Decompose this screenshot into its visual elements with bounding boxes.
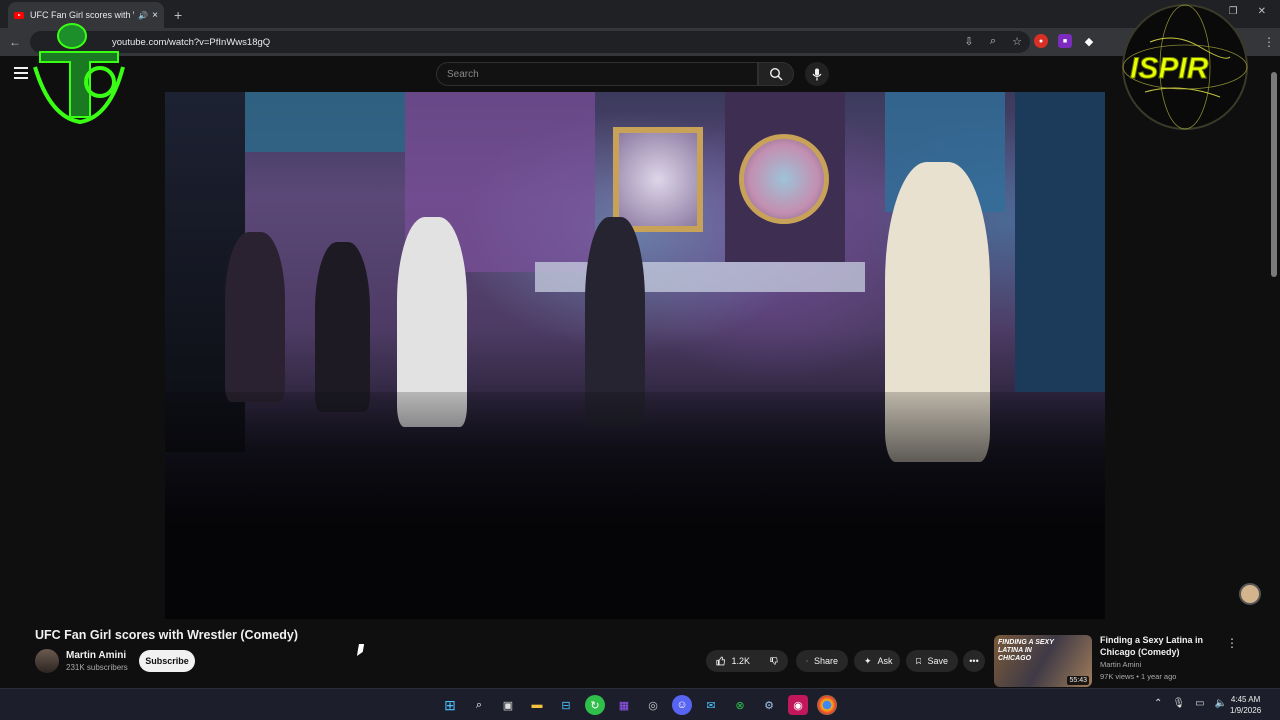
related-thumb-text: FINDING A SEXY LATINA IN CHICAGO [998,639,1054,662]
related-channel[interactable]: Martin Amini [1100,660,1141,669]
search-button[interactable] [758,62,794,86]
bookmark-star-icon[interactable]: ☆ [1010,34,1024,48]
page-scrollbar[interactable] [1270,62,1278,682]
save-button[interactable]: Save [906,650,958,672]
video-frame-person [315,242,370,412]
search-icon [769,67,783,81]
browser-menu-icon[interactable]: ⋮ [1258,35,1280,49]
video-frame-person [225,232,285,402]
windows-taskbar: ⊞ ⌕ ▣ ▬ ⊟ ↻ ▦ ◎ ☺ ✉ ⊗ ⚙ ◉ ⌃ 🎙 ▭ 🔈 4:45 A… [0,688,1280,720]
speaker-icon[interactable]: 🔊 [138,11,148,20]
chrome-icon[interactable] [817,695,837,715]
gauge-app-icon[interactable]: ◎ [643,695,663,715]
more-horizontal-icon: ••• [969,656,979,666]
related-more-icon[interactable]: ⋮ [1226,636,1238,650]
dislike-button[interactable] [760,650,788,672]
taskbar-apps: ⊞ ⌕ ▣ ▬ ⊟ ↻ ▦ ◎ ☺ ✉ ⊗ ⚙ ◉ [440,695,837,715]
green-monogram-logo [33,23,125,125]
related-video-title[interactable]: Finding a Sexy Latina in Chicago (Comedy… [1100,634,1220,658]
search-input[interactable]: Search [436,62,758,86]
video-title: UFC Fan Girl scores with Wrestler (Comed… [35,628,299,642]
address-bar-row: ← youtube.com/watch?v=PfInWws18gQ ⇩ ⌕ ☆ … [0,28,1280,56]
channel-name[interactable]: Martin Amini [66,650,126,661]
like-count: 1.2K [731,656,750,666]
sparkle-icon: ✦ [864,655,872,666]
tray-display-icon[interactable]: ▭ [1195,698,1204,709]
ispir-logo-text: ISPIR [1130,52,1209,85]
store-icon[interactable]: ⊟ [556,695,576,715]
zoom-icon[interactable]: ⌕ [986,34,1000,48]
save-label: Save [927,656,948,666]
like-button[interactable]: 1.2K [706,650,760,672]
tab-title: UFC Fan Girl scores with W [30,10,135,20]
clock-time: 4:45 AM [1230,695,1261,704]
voice-search-button[interactable] [805,62,829,86]
back-arrow-icon[interactable]: ← [4,35,26,49]
floating-avatar[interactable] [1239,583,1261,605]
video-frame-mirror [613,127,703,232]
related-meta: 97K views • 1 year ago [1100,672,1177,681]
file-explorer-icon[interactable]: ▬ [527,695,547,715]
thumbs-up-icon [716,656,726,666]
share-button[interactable]: Share [796,650,848,672]
channel-subscribers: 231K subscribers [66,663,128,672]
related-video-thumbnail[interactable]: FINDING A SEXY LATINA IN CHICAGO 55:43 [994,635,1092,687]
windows-start-icon[interactable]: ⊞ [440,695,460,715]
green-app-icon[interactable]: ↻ [585,695,605,715]
purple-app-icon[interactable]: ▦ [614,695,634,715]
thumbs-down-icon [770,657,778,665]
tab-close-icon[interactable]: × [152,10,158,21]
share-arrow-icon [806,659,808,662]
tray-volume-icon[interactable]: 🔈 [1215,698,1227,709]
taskbar-clock[interactable]: 4:45 AM 1/9/2026 [1230,694,1261,716]
ask-label: Ask [877,656,893,666]
related-duration: 55:43 [1067,676,1089,685]
install-app-icon[interactable]: ⇩ [962,34,976,48]
extension-icon[interactable]: ● [1034,34,1048,48]
more-actions-button[interactable]: ••• [963,650,985,672]
new-tab-button[interactable]: + [174,7,182,23]
microphone-icon [812,68,822,80]
extension-icon[interactable]: ◆ [1082,34,1096,48]
scrollbar-thumb[interactable] [1271,72,1277,277]
url-text: youtube.com/watch?v=PfInWws18gQ [112,36,271,48]
video-frame-panel [245,92,405,152]
mouse-cursor [356,644,365,656]
system-tray: ⌃ 🎙 ▭ 🔈 [1154,698,1227,709]
youtube-favicon-icon [14,11,24,19]
window-close-icon[interactable]: ✕ [1258,6,1266,17]
extension-icons: ⇩ ⌕ ☆ ● ■ ◆ [962,34,1096,48]
tray-microphone-icon[interactable]: 🎙 [1172,698,1185,709]
subscribe-button[interactable]: Subscribe [139,650,195,672]
hamburger-menu-icon[interactable] [14,67,28,79]
video-frame-crowd [165,392,1105,619]
discord-icon[interactable]: ☺ [672,695,692,715]
video-frame-panel [1015,92,1105,392]
url-bar[interactable]: youtube.com/watch?v=PfInWws18gQ [30,31,1030,53]
mail-icon[interactable]: ✉ [701,695,721,715]
ask-button[interactable]: ✦ Ask [854,650,900,672]
steam-icon[interactable]: ⚙ [759,695,779,715]
youtube-header: Search [0,56,1280,92]
bookmark-icon [916,657,922,665]
xbox-icon[interactable]: ⊗ [730,695,750,715]
video-player[interactable] [165,92,1105,619]
channel-avatar[interactable] [35,649,59,673]
video-app-icon[interactable]: ◉ [788,695,808,715]
search-icon[interactable]: ⌕ [469,695,489,715]
search-placeholder: Search [447,69,479,80]
browser-tab-strip: UFC Fan Girl scores with W 🔊 × + ─ ❐ ✕ [0,0,1280,28]
task-view-icon[interactable]: ▣ [498,695,518,715]
extension-icon[interactable]: ■ [1058,34,1072,48]
clock-date: 1/9/2026 [1230,706,1262,715]
share-label: Share [813,656,838,666]
tray-chevron-icon[interactable]: ⌃ [1154,698,1162,709]
video-frame-round-mirror [739,134,829,224]
ispir-globe-logo: ISPIR [1122,4,1248,130]
